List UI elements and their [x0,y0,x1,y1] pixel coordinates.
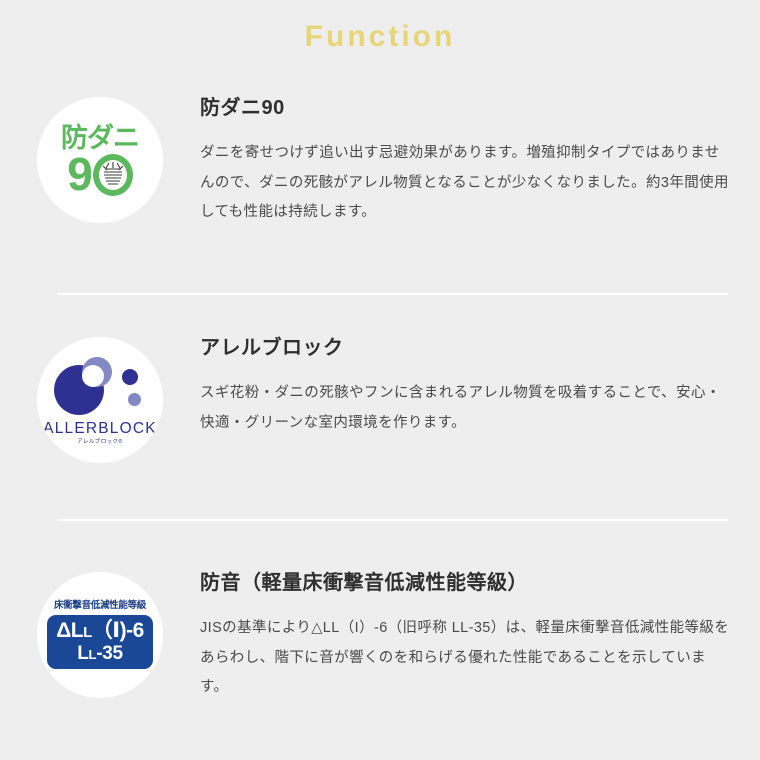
badge-cell-allerblock: ALLERBLOCK アレルブロック® [0,335,200,463]
anti-mite-badge-digit: 9 [67,147,93,200]
anti-mite-badge-zero [92,153,133,196]
feature-heading: 防音（軽量床衝撃音低減性能等級） [200,572,528,594]
overlapping-circles-icon [52,355,148,417]
badge-cell-soundproof: 床衝撃音低減性能等級 ΔLL（Ⅰ)-6 LL-35 [0,570,200,698]
circle-small-navy [122,369,138,385]
feature-row: 防ダニ 9 防ダニ90 ダニを寄せつけず追い出す忌避効果があります。増殖抑制タイ… [0,95,760,228]
text-cell-soundproof: 防音（軽量床衝撃音低減性能等級） JISの基準により△LL（I）-6（旧呼称 L… [200,570,760,703]
allerblock-wordmark: ALLERBLOCK [43,420,157,437]
feature-body: ダニを寄せつけず追い出す忌避効果があります。増殖抑制タイプではありませんので、ダ… [200,145,729,221]
text-cell-anti-mite: 防ダニ90 ダニを寄せつけず追い出す忌避効果があります。増殖抑制タイプではありま… [200,95,760,228]
divider [58,519,728,521]
feature-body: JISの基準により△LL（I）-6（旧呼称 LL-35）は、軽量床衝撃音低減性能… [200,620,730,696]
old-name-rest: -35 [96,642,123,664]
soundproof-badge-label: 床衝撃音低減性能等級 [53,600,146,612]
allerblock-badge: ALLERBLOCK アレルブロック® [37,337,163,463]
divider [58,293,728,295]
mite-crossed-out-icon [102,161,124,185]
page-title: Function [304,20,456,53]
soundproof-grade-old: LL-35 [56,644,144,663]
old-name-prefix: L [77,642,89,664]
anti-mite-badge-number: 9 [67,147,133,200]
circle-intersection-highlight [82,365,104,387]
function-section-page: Function 防ダニ 9 防ダニ90 ダニを寄せつけず追い出す忌避効果があり… [0,0,760,760]
grade-subscript: L [83,623,92,641]
feature-body: スギ花粉・ダニの死骸やフンに含まれるアレル物質を吸着することで、安心・快適・グリ… [200,385,721,431]
feature-row: ALLERBLOCK アレルブロック® アレルブロック スギ花粉・ダニの死骸やフ… [0,335,760,463]
grade-delta: ΔL [56,618,84,642]
text-cell-allerblock: アレルブロック スギ花粉・ダニの死骸やフンに含まれるアレル物質を吸着することで、… [200,335,760,438]
soundproof-grade-box: ΔLL（Ⅰ)-6 LL-35 [47,614,153,669]
feature-row: 床衝撃音低減性能等級 ΔLL（Ⅰ)-6 LL-35 防音（軽量床衝撃音低減性能等… [0,570,760,703]
allerblock-subtitle: アレルブロック® [77,438,123,445]
soundproof-badge: 床衝撃音低減性能等級 ΔLL（Ⅰ)-6 LL-35 [37,572,163,698]
badge-cell-anti-mite: 防ダニ 9 [0,95,200,223]
grade-rest: （Ⅰ)-6 [91,618,144,642]
circle-small-periwinkle [128,393,141,406]
anti-mite-badge: 防ダニ 9 [37,97,163,223]
feature-heading: アレルブロック [200,337,344,359]
feature-heading: 防ダニ90 [200,97,285,119]
soundproof-grade-primary: ΔLL（Ⅰ)-6 [56,620,144,641]
